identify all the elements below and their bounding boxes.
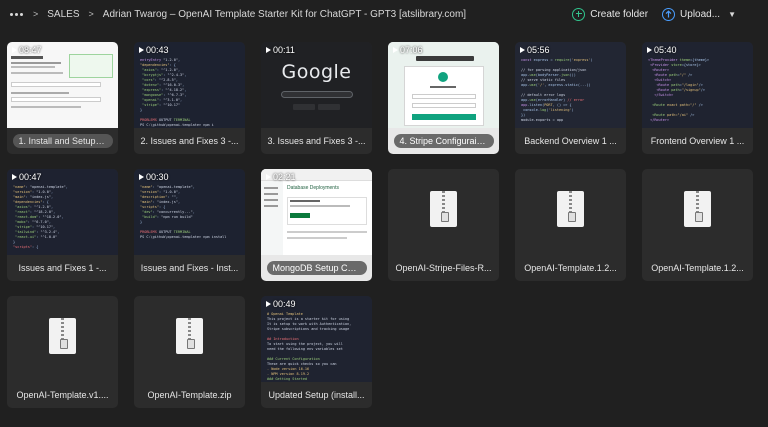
add-folder-icon xyxy=(572,7,586,21)
file-name: OpenAI-Template.v1.... xyxy=(16,390,109,400)
file-tile[interactable]: "name": "openai-template", "version": "1… xyxy=(134,169,245,281)
zip-archive-icon xyxy=(176,318,203,354)
file-tile-selected[interactable]: 07:06 4. Stripe Configuraito... xyxy=(388,42,499,154)
zip-archive-icon xyxy=(557,191,584,227)
video-duration: 00:49 xyxy=(266,299,296,309)
file-tile[interactable]: Database Deployments 02:21 MongoDB Setup… xyxy=(261,169,372,281)
top-bar: > SALES > Adrian Twarog – OpenAI Templat… xyxy=(0,0,768,28)
play-icon xyxy=(139,47,144,53)
file-tile[interactable]: OpenAI-Template.zip xyxy=(134,296,245,408)
play-icon xyxy=(139,174,144,180)
zip-archive-icon xyxy=(430,191,457,227)
file-name: 3. Issues and Fixes 3 -... xyxy=(267,136,366,146)
video-duration: 07:06 xyxy=(393,45,423,55)
video-duration: 00:43 xyxy=(139,45,169,55)
play-icon xyxy=(520,47,525,53)
chevron-right-icon: > xyxy=(88,9,94,19)
file-tile[interactable]: OpenAI-Template.1.2... xyxy=(515,169,626,281)
play-icon xyxy=(266,174,271,180)
upload-label: Upload... xyxy=(680,8,721,20)
file-tile[interactable]: const express = require('express') // fo… xyxy=(515,42,626,154)
create-folder-label: Create folder xyxy=(590,8,649,20)
file-tile[interactable]: OpenAI-Template.v1.... xyxy=(7,296,118,408)
file-tile[interactable]: Google 00:11 3. Issues and Fixes 3 -... xyxy=(261,42,372,154)
video-duration: 00:47 xyxy=(12,172,42,182)
play-icon xyxy=(266,47,271,53)
file-tile[interactable]: OpenAI-Stripe-Files-R... xyxy=(388,169,499,281)
play-icon xyxy=(266,301,271,307)
video-duration: 05:56 xyxy=(520,45,550,55)
file-tile[interactable]: entryEntry "1.2.0", "dependencies": { "a… xyxy=(134,42,245,154)
file-name: 1. Install and Setup (u... xyxy=(12,134,113,148)
file-name: 2. Issues and Fixes 3 -... xyxy=(140,136,239,146)
file-name: OpenAI-Template.zip xyxy=(147,390,232,400)
video-duration: 00:11 xyxy=(266,45,295,55)
file-tile[interactable]: <ThemeProvider theme={theme}> <Provider … xyxy=(642,42,753,154)
file-name: Issues and Fixes - Inst... xyxy=(140,263,239,273)
upload-button[interactable]: Upload... xyxy=(662,7,721,21)
breadcrumb-sales[interactable]: SALES xyxy=(47,9,79,20)
breadcrumb-current-folder[interactable]: Adrian Twarog – OpenAI Template Starter … xyxy=(103,9,466,20)
file-tile[interactable]: OpenAI-Template.1.2... xyxy=(642,169,753,281)
file-name: OpenAI-Template.1.2... xyxy=(651,263,744,273)
file-tile[interactable]: 08:47 1. Install and Setup (u... xyxy=(7,42,118,154)
file-tile[interactable]: "name": "openai-template", "version": "1… xyxy=(7,169,118,281)
file-name: OpenAI-Template.1.2... xyxy=(524,263,617,273)
play-icon xyxy=(647,47,652,53)
google-logo: Google xyxy=(281,60,352,83)
chevron-right-icon: > xyxy=(33,9,39,19)
file-name: Updated Setup (install... xyxy=(268,390,365,400)
create-folder-button[interactable]: Create folder xyxy=(572,7,649,21)
file-name: MongoDB Setup Con... xyxy=(266,261,367,275)
zip-archive-icon xyxy=(684,191,711,227)
thumbnail-heading: Database Deployments xyxy=(287,185,339,191)
play-icon xyxy=(393,47,398,53)
file-tile[interactable]: # Openai Template This project is a star… xyxy=(261,296,372,408)
chevron-down-icon[interactable]: ▼ xyxy=(728,10,736,19)
file-name: Issues and Fixes 1 -... xyxy=(18,263,107,273)
zip-archive-icon xyxy=(49,318,76,354)
file-name: Backend Overview 1 ... xyxy=(524,136,617,146)
video-duration: 02:21 xyxy=(266,172,296,182)
video-duration: 00:30 xyxy=(139,172,169,182)
play-icon xyxy=(12,47,17,53)
more-options-icon[interactable] xyxy=(10,12,24,16)
file-name: OpenAI-Stripe-Files-R... xyxy=(395,263,492,273)
file-name: Frontend Overview 1 ... xyxy=(650,136,745,146)
upload-icon xyxy=(662,7,676,21)
video-duration: 05:40 xyxy=(647,45,677,55)
video-duration: 08:47 xyxy=(12,45,42,55)
play-icon xyxy=(12,174,17,180)
file-name: 4. Stripe Configuraito... xyxy=(393,134,494,148)
